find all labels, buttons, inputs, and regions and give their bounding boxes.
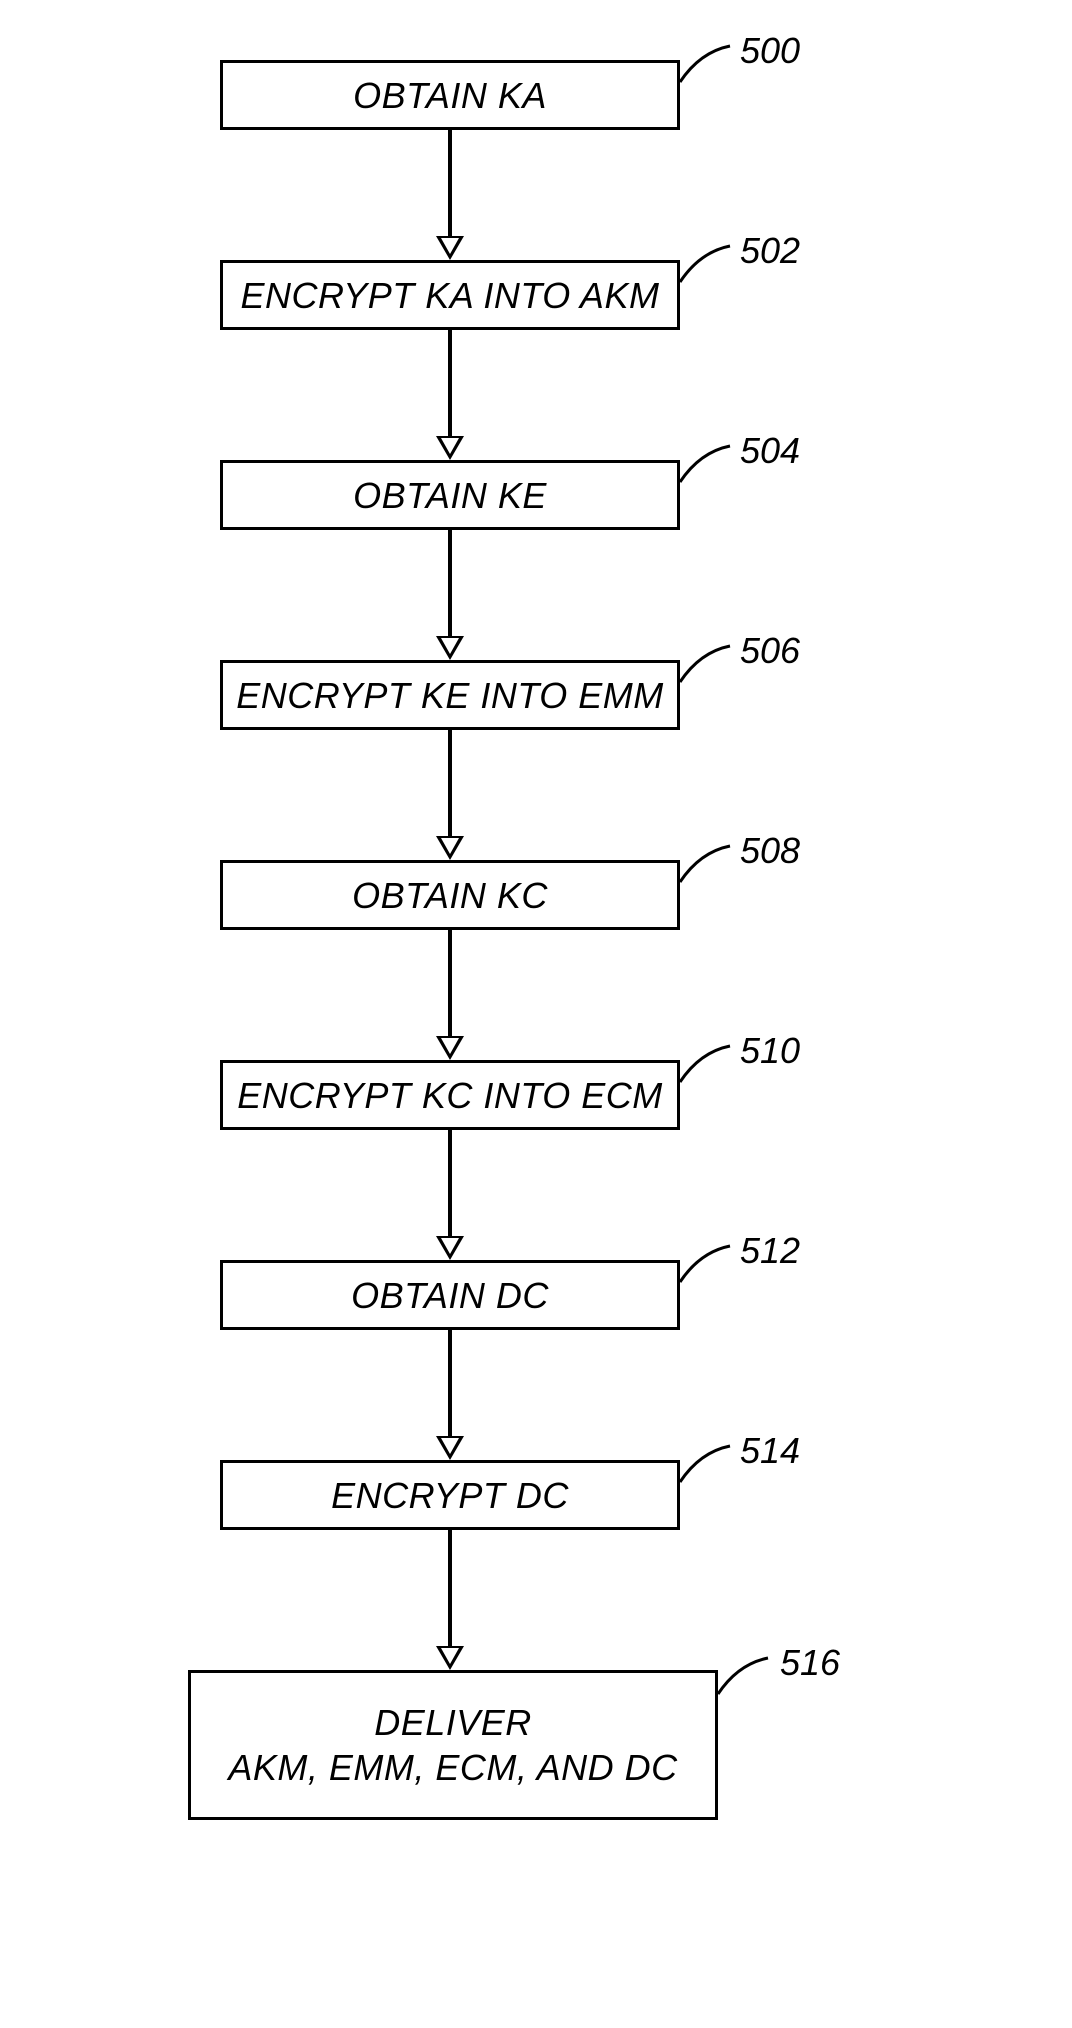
- step-label: ENCRYPT KE INTO EMM: [236, 673, 664, 718]
- ref-label-504: 504: [740, 430, 800, 472]
- ref-label-508: 508: [740, 830, 800, 872]
- arrow: [440, 530, 460, 660]
- step-label: OBTAIN KE: [353, 473, 547, 518]
- arrow: [440, 1530, 460, 1670]
- leader-508: [678, 840, 738, 900]
- step-label: ENCRYPT KC INTO ECM: [237, 1073, 663, 1118]
- leader-502: [678, 240, 738, 300]
- step-label: ENCRYPT KA INTO AKM: [241, 273, 660, 318]
- step-box-502: ENCRYPT KA INTO AKM: [220, 260, 680, 330]
- leader-516: [716, 1652, 776, 1712]
- ref-label-516: 516: [780, 1642, 840, 1684]
- step-label: OBTAIN DC: [351, 1273, 549, 1318]
- leader-514: [678, 1440, 738, 1500]
- step-box-506: ENCRYPT KE INTO EMM: [220, 660, 680, 730]
- ref-label-500: 500: [740, 30, 800, 72]
- step-box-514: ENCRYPT DC: [220, 1460, 680, 1530]
- leader-510: [678, 1040, 738, 1100]
- arrow: [440, 1130, 460, 1260]
- arrow: [440, 730, 460, 860]
- ref-label-506: 506: [740, 630, 800, 672]
- ref-label-512: 512: [740, 1230, 800, 1272]
- arrow: [440, 930, 460, 1060]
- step-label: OBTAIN KC: [352, 873, 548, 918]
- step-box-516: DELIVER AKM, EMM, ECM, AND DC: [188, 1670, 718, 1820]
- leader-504: [678, 440, 738, 500]
- step-box-504: OBTAIN KE: [220, 460, 680, 530]
- ref-label-514: 514: [740, 1430, 800, 1472]
- ref-label-502: 502: [740, 230, 800, 272]
- leader-512: [678, 1240, 738, 1300]
- arrow: [440, 330, 460, 460]
- leader-506: [678, 640, 738, 700]
- arrow: [440, 1330, 460, 1460]
- step-box-510: ENCRYPT KC INTO ECM: [220, 1060, 680, 1130]
- step-box-500: OBTAIN KA: [220, 60, 680, 130]
- flowchart: OBTAIN KA 500 ENCRYPT KA INTO AKM 502 OB…: [0, 0, 1072, 2028]
- ref-label-510: 510: [740, 1030, 800, 1072]
- step-box-508: OBTAIN KC: [220, 860, 680, 930]
- arrow: [440, 130, 460, 260]
- step-label: ENCRYPT DC: [331, 1473, 569, 1518]
- step-label: OBTAIN KA: [353, 73, 547, 118]
- step-label: DELIVER AKM, EMM, ECM, AND DC: [228, 1700, 677, 1790]
- leader-500: [678, 40, 738, 100]
- step-box-512: OBTAIN DC: [220, 1260, 680, 1330]
